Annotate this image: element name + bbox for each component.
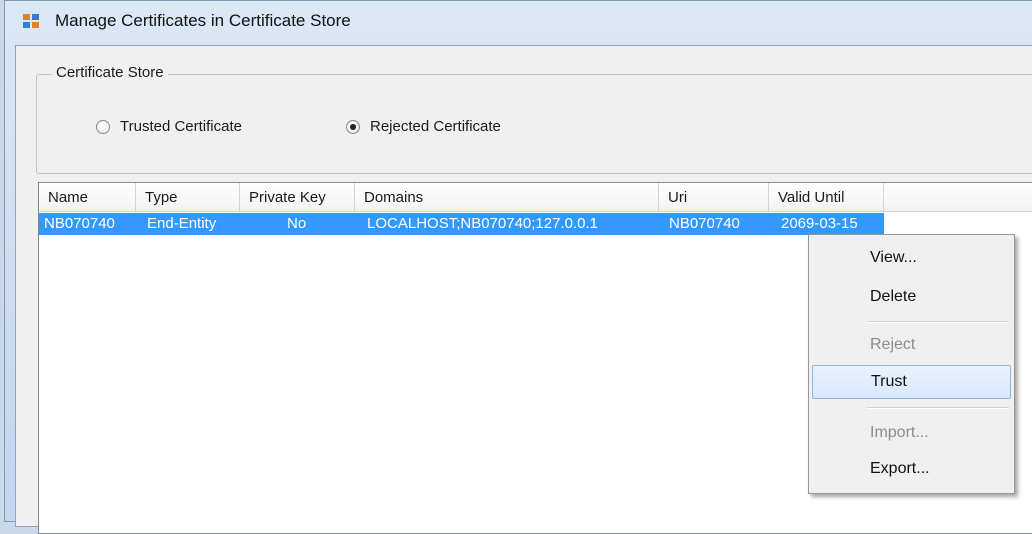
column-header-name[interactable]: Name — [39, 183, 136, 211]
cell-private-key: No — [287, 215, 307, 232]
table-row[interactable]: NB070740 End-Entity No LOCALHOST;NB07074… — [39, 213, 884, 235]
rejected-certificate-radio[interactable]: Rejected Certificate — [346, 118, 501, 135]
cell-name: NB070740 — [44, 215, 115, 232]
cell-type: End-Entity — [147, 215, 217, 232]
menu-separator — [867, 321, 1009, 323]
column-header-private-key[interactable]: Private Key — [240, 183, 355, 211]
list-header: Name Type Private Key Domains Uri Valid … — [39, 183, 1032, 212]
certificate-store-legend: Certificate Store — [52, 64, 168, 81]
menu-item-view[interactable]: View... — [812, 241, 1011, 275]
radio-checked-icon — [346, 119, 360, 134]
rejected-certificate-label: Rejected Certificate — [370, 118, 501, 135]
app-icon — [23, 14, 41, 30]
cell-domains: LOCALHOST;NB070740;127.0.0.1 — [367, 215, 598, 232]
trusted-certificate-label: Trusted Certificate — [120, 118, 242, 135]
cell-uri: NB070740 — [669, 215, 740, 232]
trusted-certificate-radio[interactable]: Trusted Certificate — [96, 118, 242, 135]
cell-valid-until: 2069-03-15 — [781, 215, 858, 232]
column-header-uri[interactable]: Uri — [659, 183, 769, 211]
column-header-domains[interactable]: Domains — [355, 183, 659, 211]
menu-separator — [867, 407, 1009, 409]
menu-item-reject[interactable]: Reject — [812, 328, 1011, 362]
title-bar[interactable]: Manage Certificates in Certificate Store — [5, 1, 1032, 43]
column-header-valid-until[interactable]: Valid Until — [769, 183, 884, 211]
radio-unchecked-icon — [96, 119, 110, 134]
window-title: Manage Certificates in Certificate Store — [55, 11, 351, 30]
context-menu: View... Delete Reject Trust Import... Ex… — [808, 234, 1015, 494]
menu-item-trust[interactable]: Trust — [812, 365, 1011, 399]
menu-item-export[interactable]: Export... — [812, 452, 1011, 486]
column-header-type[interactable]: Type — [136, 183, 240, 211]
menu-item-import[interactable]: Import... — [812, 416, 1011, 450]
menu-item-delete[interactable]: Delete — [812, 280, 1011, 314]
